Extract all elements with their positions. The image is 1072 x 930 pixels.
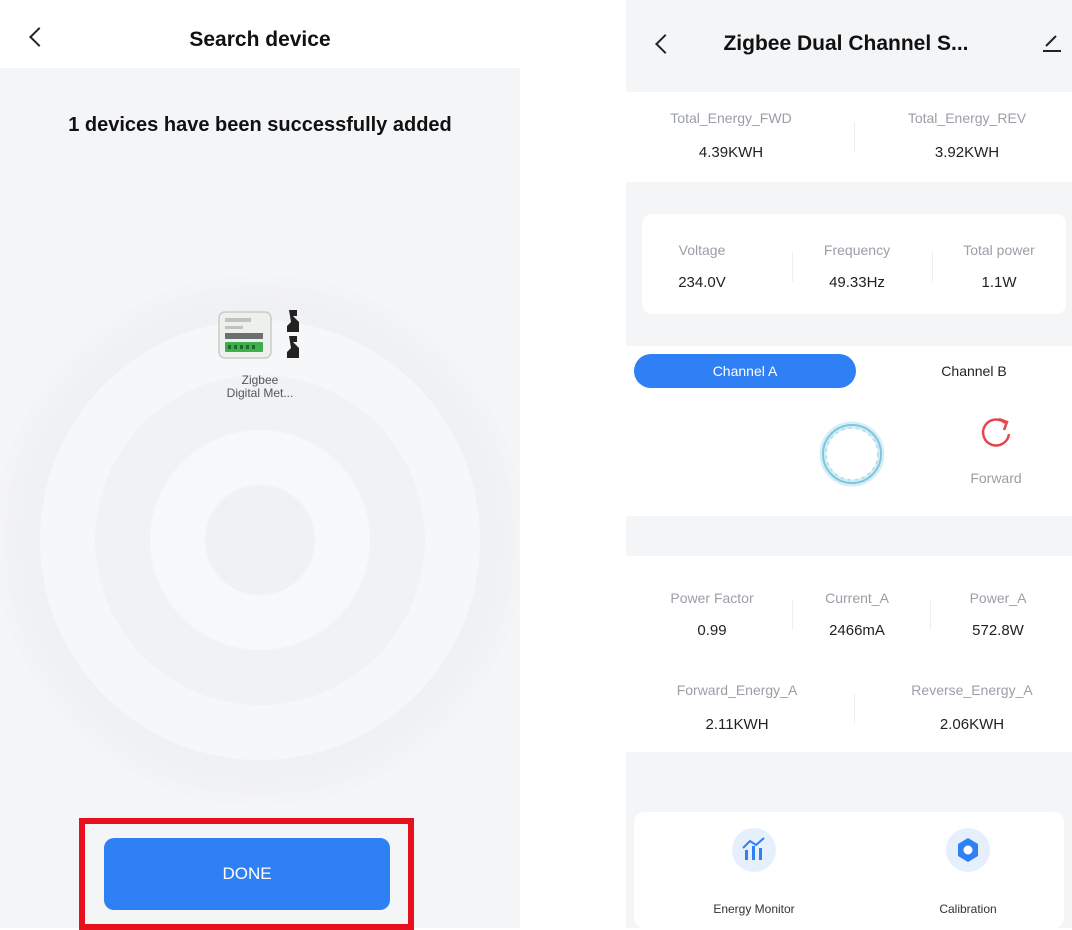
metric-value: 2.11KWH	[705, 716, 769, 733]
ripple-center	[205, 485, 315, 595]
chevron-left-icon	[29, 27, 49, 47]
metric-value: 234.0V	[678, 274, 726, 291]
device-detail-screen: Zigbee Dual Channel S... Total_Energy_FW…	[626, 0, 1072, 928]
back-button[interactable]	[655, 34, 675, 54]
calibration-icon-bg	[946, 828, 990, 872]
edit-button[interactable]	[1040, 30, 1064, 54]
metric-label: Frequency	[823, 242, 891, 258]
success-message: 1 devices have been successfully added	[68, 114, 452, 136]
energy-monitor-button[interactable]: Energy Monitor	[684, 822, 824, 922]
metric-label: Total power	[963, 242, 1035, 258]
metric-value: 0.99	[697, 622, 727, 639]
metric-label: Reverse_Energy_A	[911, 682, 1033, 698]
energy-monitor-label: Energy Monitor	[713, 902, 795, 916]
energy-totals-card: Total_Energy_FWD 4.39KWH Total_Energy_RE…	[626, 92, 1072, 182]
divider	[854, 122, 855, 152]
bottom-actions-card: Energy Monitor Calibration	[634, 812, 1064, 928]
refresh-icon	[981, 417, 1011, 447]
meter-device-icon	[218, 310, 299, 359]
metric-value: 4.39KWH	[698, 144, 764, 161]
bar-chart-icon	[742, 837, 765, 860]
metric-label: Total_Energy_REV	[907, 110, 1027, 126]
metric-label: Power_A	[969, 590, 1027, 606]
pencil-icon	[1043, 35, 1061, 52]
done-button[interactable]: DONE	[104, 838, 390, 910]
tab-channel-a[interactable]: Channel A	[634, 354, 856, 388]
tab-channel-b[interactable]: Channel B	[894, 354, 1054, 388]
metric-value: 49.33Hz	[829, 274, 885, 291]
metric-label: Forward_Energy_A	[676, 682, 798, 698]
search-device-screen: Search device 1 devices have been succes…	[0, 0, 520, 930]
direction-label: Forward	[970, 470, 1022, 486]
divider	[854, 694, 855, 724]
device-title: Zigbee Dual Channel S...	[723, 32, 969, 55]
calibration-icon	[958, 838, 978, 862]
metric-value: 3.92KWH	[934, 144, 1000, 161]
back-button[interactable]	[29, 27, 49, 47]
metric-value: 2.06KWH	[939, 716, 1005, 733]
device-name: Zigbee Digital Met...	[226, 373, 294, 400]
device-image[interactable]	[217, 304, 309, 366]
metric-value: 572.8W	[972, 622, 1024, 639]
metric-value: 1.1W	[981, 274, 1017, 291]
energy-monitor-icon-bg	[732, 828, 776, 872]
page-title: Search device	[189, 28, 331, 51]
calibration-label: Calibration	[939, 902, 997, 916]
electrical-card: Voltage 234.0V Frequency 49.33Hz Total p…	[642, 214, 1066, 314]
metric-label: Power Factor	[670, 590, 754, 606]
channel-power-toggle[interactable]	[816, 418, 888, 490]
power-ring-icon	[819, 421, 885, 487]
channel-metrics-card: Power Factor 0.99 Current_A 2466mA Power…	[626, 556, 1072, 752]
calibration-button[interactable]: Calibration	[898, 822, 1038, 922]
metric-label: Voltage	[678, 242, 726, 258]
divider	[792, 600, 793, 630]
metric-label: Current_A	[825, 590, 889, 606]
direction-button[interactable]	[976, 412, 1016, 452]
metric-label: Total_Energy_FWD	[670, 110, 792, 126]
chevron-left-icon	[655, 34, 675, 54]
metric-value: 2466mA	[829, 622, 885, 639]
